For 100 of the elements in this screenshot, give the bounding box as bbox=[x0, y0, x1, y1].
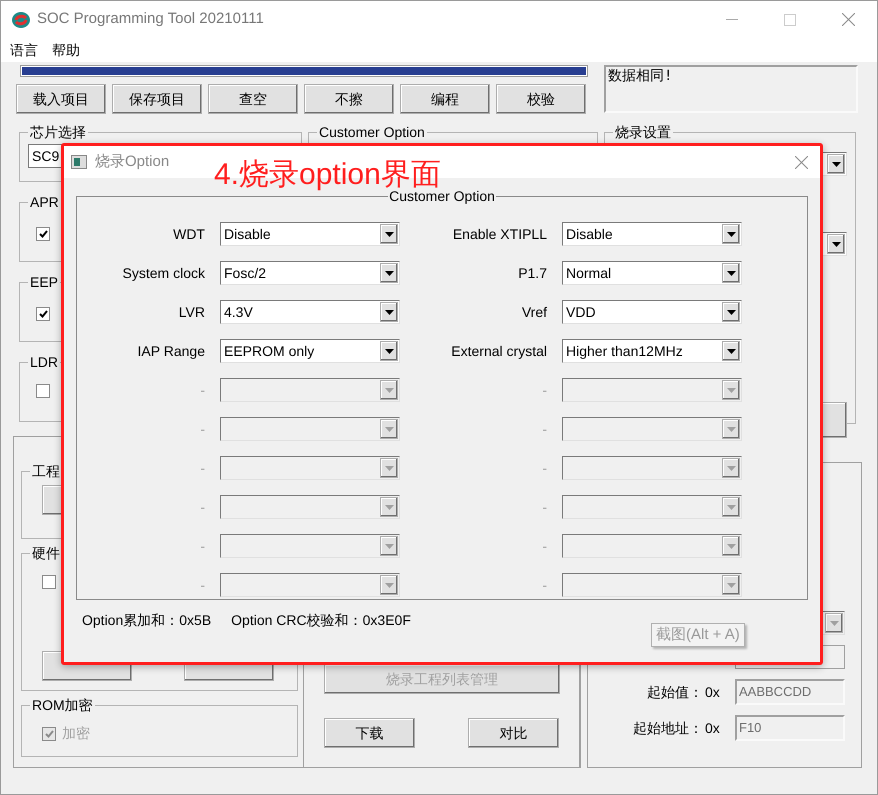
tooltip: 截图(Alt + A) bbox=[651, 623, 745, 647]
option-label: P1.7 bbox=[517, 264, 547, 282]
checkbox[interactable] bbox=[36, 384, 50, 398]
dropdown-button[interactable] bbox=[380, 224, 398, 244]
close-icon bbox=[794, 156, 808, 168]
option-label: Enable XTIPLL bbox=[452, 224, 547, 244]
option-label: WDT bbox=[172, 224, 205, 244]
action-button[interactable]: 下载 bbox=[324, 718, 415, 748]
option-label: Vref bbox=[520, 302, 547, 322]
option-label: - bbox=[199, 536, 205, 556]
checksum-text: Option累加和：0x5B bbox=[82, 611, 212, 630]
caret-down-icon bbox=[384, 270, 394, 276]
option-label: - bbox=[541, 420, 547, 438]
maximize-icon bbox=[784, 14, 796, 26]
caret-down-icon bbox=[384, 504, 394, 510]
caret-down-icon bbox=[384, 544, 394, 548]
menu-item[interactable]: 帮助 bbox=[52, 40, 80, 60]
toolbar-button[interactable]: 保存项目 bbox=[112, 84, 202, 114]
dropdown-button[interactable] bbox=[380, 302, 398, 322]
app-logo-icon bbox=[11, 10, 31, 28]
option-label: External crystal bbox=[450, 342, 547, 361]
caret-down-icon bbox=[726, 582, 736, 588]
message-box: 数据相同! bbox=[604, 65, 858, 113]
dropdown-field[interactable]: Fosc/2 bbox=[220, 261, 400, 285]
caret-down-icon bbox=[384, 426, 394, 432]
option-label: - bbox=[199, 498, 205, 516]
group-title: LDR bbox=[29, 354, 60, 370]
hex-prefix: 0x bbox=[705, 718, 721, 738]
option-label: - bbox=[541, 458, 547, 478]
dropdown-button[interactable] bbox=[380, 341, 398, 361]
option-label: IAP Range bbox=[136, 342, 205, 361]
minimize-icon bbox=[726, 19, 738, 20]
option-label: LVR bbox=[178, 302, 205, 322]
toolbar-button[interactable]: 编程 bbox=[400, 84, 490, 114]
group-title: Customer Option bbox=[318, 124, 426, 140]
field-label: 起始地址： bbox=[633, 718, 703, 738]
dropdown-field[interactable]: Disable bbox=[220, 222, 400, 246]
caret-down-icon bbox=[832, 242, 840, 246]
caret-down-icon bbox=[384, 232, 394, 236]
dropdown-button[interactable] bbox=[722, 224, 740, 244]
dropdown-field[interactable]: VDD bbox=[562, 300, 742, 324]
dropdown-field[interactable]: Disable bbox=[562, 222, 742, 246]
option-label: - bbox=[541, 576, 547, 594]
toolbar-button[interactable]: 校验 bbox=[496, 84, 586, 114]
caret-down-icon bbox=[384, 348, 394, 354]
dropdown-button[interactable] bbox=[827, 154, 845, 174]
encrypt-label: 加密 bbox=[62, 724, 90, 743]
menu-item[interactable]: 语言 bbox=[10, 40, 38, 60]
option-label: System clock bbox=[122, 264, 205, 283]
option-label: - bbox=[541, 498, 547, 516]
caret-down-icon bbox=[726, 232, 736, 236]
checkbox[interactable] bbox=[36, 227, 50, 241]
caret-down-icon bbox=[726, 388, 736, 392]
caret-down-icon bbox=[726, 348, 736, 354]
check-icon bbox=[44, 730, 54, 738]
dropdown-field[interactable]: EEPROM only bbox=[220, 339, 400, 363]
toolbar-button[interactable]: 查空 bbox=[208, 84, 298, 114]
dropdown-field[interactable]: 4.3V bbox=[220, 300, 400, 324]
option-label: - bbox=[199, 576, 205, 594]
caret-down-icon bbox=[726, 426, 736, 432]
option-label: - bbox=[199, 420, 205, 438]
caret-down-icon bbox=[384, 310, 394, 314]
caret-down-icon bbox=[726, 504, 736, 510]
field-label: 起始值： bbox=[647, 682, 703, 702]
window-title: SOC Programming Tool 20210111 bbox=[37, 9, 264, 30]
dialog-title: 烧录Option bbox=[95, 152, 170, 172]
close-icon bbox=[842, 13, 854, 26]
caret-down-icon bbox=[830, 620, 838, 626]
checkbox[interactable] bbox=[36, 307, 50, 321]
dropdown-button[interactable] bbox=[722, 341, 740, 361]
action-button[interactable]: 对比 bbox=[468, 718, 559, 748]
address-field[interactable]: AABBCCDD bbox=[735, 679, 845, 705]
group-title: APR bbox=[29, 194, 60, 210]
dropdown-button[interactable] bbox=[827, 234, 845, 254]
toolbar-button[interactable]: 不擦 bbox=[304, 84, 394, 114]
option-label: - bbox=[199, 458, 205, 478]
caret-down-icon bbox=[726, 466, 736, 470]
address-field[interactable]: F10 bbox=[735, 715, 845, 741]
check-icon bbox=[38, 230, 48, 238]
dropdown-button[interactable] bbox=[722, 302, 740, 322]
dropdown-button[interactable] bbox=[722, 263, 740, 283]
checkbox[interactable] bbox=[42, 575, 56, 589]
dropdown-field[interactable]: Higher than12MHz bbox=[562, 339, 742, 363]
dropdown-button[interactable] bbox=[380, 263, 398, 283]
annotation-text: 4.烧录option界面 bbox=[214, 158, 441, 191]
group-title: EEP bbox=[29, 274, 60, 290]
option-label: - bbox=[199, 380, 205, 400]
window-icon bbox=[71, 155, 87, 169]
caret-down-icon bbox=[384, 388, 394, 392]
dropdown-field[interactable]: Normal bbox=[562, 261, 742, 285]
caret-down-icon bbox=[384, 582, 394, 588]
group-title: ROM加密 bbox=[31, 697, 94, 713]
caret-down-icon bbox=[726, 544, 736, 548]
group-title: 烧录设置 bbox=[614, 124, 672, 140]
caret-down-icon bbox=[726, 270, 736, 276]
option-label: - bbox=[541, 536, 547, 556]
toolbar-button[interactable]: 载入项目 bbox=[16, 84, 106, 114]
option-label: - bbox=[541, 380, 547, 400]
crc-text: Option CRC校验和：0x3E0F bbox=[231, 611, 411, 630]
caret-down-icon bbox=[832, 162, 840, 166]
